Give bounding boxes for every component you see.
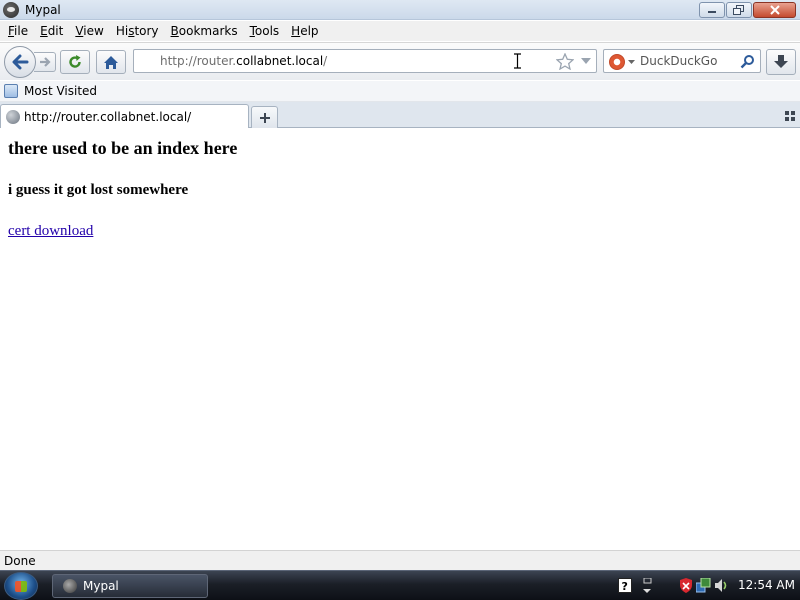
menu-bookmarks-accel: B <box>170 24 179 38</box>
mypal-taskbar-icon <box>63 579 77 593</box>
menu-file[interactable]: File <box>4 24 36 38</box>
bookmark-star-icon[interactable] <box>556 53 574 70</box>
menu-help-label: elp <box>300 24 319 38</box>
menu-edit[interactable]: Edit <box>36 24 71 38</box>
reload-icon <box>69 55 81 68</box>
close-icon <box>769 5 780 15</box>
svg-text:?: ? <box>622 580 628 593</box>
forward-arrow-icon <box>39 57 51 67</box>
network-tray-icon[interactable] <box>696 578 711 593</box>
window-controls <box>699 2 796 18</box>
menu-bookmarks[interactable]: Bookmarks <box>167 24 246 38</box>
menu-history-pre: Hi <box>115 24 129 38</box>
bookmarks-toolbar: Most Visited <box>0 81 800 102</box>
minimize-icon <box>708 11 716 13</box>
menu-view-label: iew <box>83 24 104 38</box>
minimize-button[interactable] <box>699 2 725 18</box>
address-bar[interactable]: http://router.collabnet.local/ <box>133 49 597 73</box>
tab-list-icon[interactable] <box>785 111 795 121</box>
page-content: there used to be an index here i guess i… <box>0 128 800 550</box>
duckduckgo-engine-icon[interactable] <box>609 54 625 70</box>
search-placeholder: DuckDuckGo <box>640 54 718 68</box>
app-icon <box>3 1 19 18</box>
search-bar[interactable]: DuckDuckGo <box>603 49 761 73</box>
volume-tray-icon[interactable] <box>714 578 729 593</box>
home-button[interactable] <box>96 50 126 74</box>
menu-bar: File Edit View History Bookmarks Tools H… <box>0 21 800 41</box>
bookmark-most-visited[interactable]: Most Visited <box>24 84 97 98</box>
menu-history[interactable]: History <box>112 24 167 38</box>
menu-view[interactable]: View <box>71 24 111 38</box>
menu-bookmarks-label: ookmarks <box>178 24 238 38</box>
show-hidden-icons-icon[interactable] <box>641 578 653 594</box>
status-text: Done <box>4 553 36 568</box>
menu-edit-accel: E <box>40 24 48 38</box>
menu-help-accel: H <box>291 24 301 38</box>
download-arrow-icon <box>774 55 788 68</box>
text-cursor-icon <box>514 53 521 69</box>
taskbar: Mypal ? 12:54 AM <box>0 570 800 600</box>
tab-title: http://router.collabnet.local/ <box>24 109 192 124</box>
help-tray-icon[interactable]: ? <box>618 578 632 593</box>
globe-favicon-icon <box>6 109 20 124</box>
url-host: collabnet.local <box>236 54 324 68</box>
tab-bar: http://router.collabnet.local/ <box>0 102 800 128</box>
status-bar: Done <box>0 550 800 570</box>
taskbar-clock: 12:54 AM <box>738 578 795 592</box>
address-text[interactable]: http://router.collabnet.local/ <box>160 54 327 68</box>
plus-icon <box>259 112 270 123</box>
menu-tools[interactable]: Tools <box>246 24 288 38</box>
navigation-toolbar: http://router.collabnet.local/ DuckDuckG… <box>0 42 800 80</box>
close-button[interactable] <box>753 2 796 18</box>
taskbar-mypal-button[interactable]: Mypal <box>52 574 208 598</box>
security-shield-icon[interactable] <box>680 578 692 593</box>
menu-edit-label: dit <box>47 24 64 38</box>
tab-active[interactable]: http://router.collabnet.local/ <box>0 104 249 128</box>
title-bar: Mypal <box>0 0 800 20</box>
history-dropdown-icon[interactable] <box>581 58 591 65</box>
menu-history-label: tory <box>134 24 159 38</box>
page-heading: there used to be an index here <box>8 138 238 158</box>
most-visited-icon <box>4 84 18 98</box>
cert-download-link[interactable]: cert download <box>8 223 93 240</box>
engine-dropdown-icon[interactable] <box>628 60 635 65</box>
downloads-button[interactable] <box>766 49 796 75</box>
new-tab-button[interactable] <box>251 106 278 128</box>
taskbar-mypal-label: Mypal <box>83 579 119 593</box>
back-button[interactable] <box>4 46 36 78</box>
start-button[interactable] <box>4 572 38 600</box>
page-subheading: i guess it got lost somewhere <box>8 182 189 198</box>
home-icon <box>104 55 118 69</box>
restore-icon <box>733 5 744 15</box>
restore-button[interactable] <box>726 2 752 18</box>
menu-file-label: ile <box>14 24 29 38</box>
forward-button[interactable] <box>34 52 56 72</box>
search-icon[interactable] <box>740 54 755 69</box>
menu-help[interactable]: Help <box>287 24 326 38</box>
menu-tools-label: ools <box>254 24 280 38</box>
url-suffix: / <box>323 54 328 68</box>
reload-button[interactable] <box>60 50 90 74</box>
url-prefix: http://router. <box>160 54 237 68</box>
window-title: Mypal <box>25 2 61 17</box>
back-arrow-icon <box>12 54 29 70</box>
